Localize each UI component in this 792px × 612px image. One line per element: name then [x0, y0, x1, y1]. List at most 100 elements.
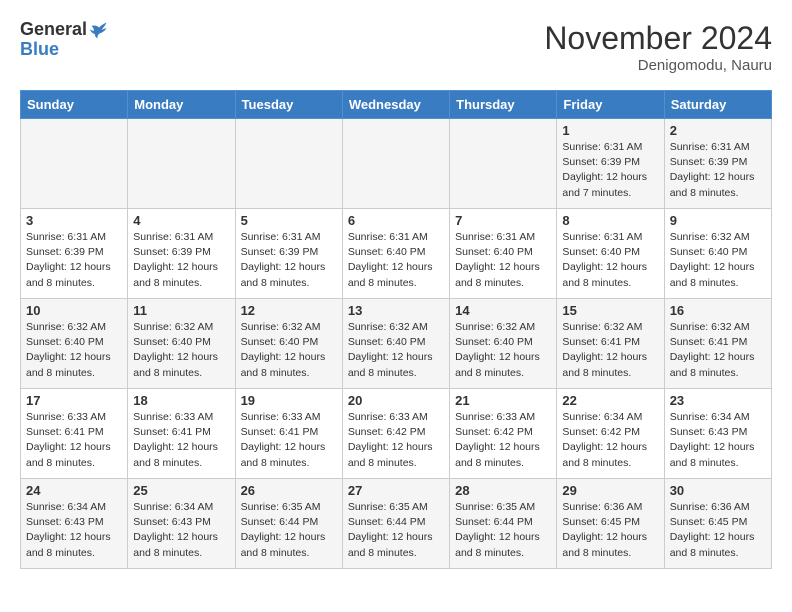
day-number: 20	[348, 393, 444, 408]
day-info: Sunrise: 6:31 AMSunset: 6:39 PMDaylight:…	[562, 140, 658, 201]
day-info: Sunrise: 6:32 AMSunset: 6:40 PMDaylight:…	[241, 320, 337, 381]
day-number: 19	[241, 393, 337, 408]
calendar-cell: 6 Sunrise: 6:31 AMSunset: 6:40 PMDaylight…	[342, 209, 449, 299]
day-number: 17	[26, 393, 122, 408]
day-number: 26	[241, 483, 337, 498]
calendar-cell: 14 Sunrise: 6:32 AMSunset: 6:40 PMDayligh…	[450, 299, 557, 389]
day-number: 29	[562, 483, 658, 498]
calendar-header-row: SundayMondayTuesdayWednesdayThursdayFrid…	[21, 91, 772, 119]
day-number: 25	[133, 483, 229, 498]
day-info: Sunrise: 6:31 AMSunset: 6:39 PMDaylight:…	[670, 140, 766, 201]
day-number: 16	[670, 303, 766, 318]
calendar-cell: 29 Sunrise: 6:36 AMSunset: 6:45 PMDayligh…	[557, 479, 664, 569]
day-info: Sunrise: 6:34 AMSunset: 6:43 PMDaylight:…	[26, 500, 122, 561]
day-info: Sunrise: 6:34 AMSunset: 6:43 PMDaylight:…	[133, 500, 229, 561]
day-number: 30	[670, 483, 766, 498]
logo: General Blue	[20, 20, 109, 60]
week-row-3: 10 Sunrise: 6:32 AMSunset: 6:40 PMDayligh…	[21, 299, 772, 389]
day-info: Sunrise: 6:32 AMSunset: 6:40 PMDaylight:…	[455, 320, 551, 381]
day-info: Sunrise: 6:33 AMSunset: 6:41 PMDaylight:…	[26, 410, 122, 471]
calendar-cell: 26 Sunrise: 6:35 AMSunset: 6:44 PMDayligh…	[235, 479, 342, 569]
header-sunday: Sunday	[21, 91, 128, 119]
day-info: Sunrise: 6:32 AMSunset: 6:40 PMDaylight:…	[133, 320, 229, 381]
day-number: 28	[455, 483, 551, 498]
day-number: 21	[455, 393, 551, 408]
calendar-cell: 30 Sunrise: 6:36 AMSunset: 6:45 PMDayligh…	[664, 479, 771, 569]
header-thursday: Thursday	[450, 91, 557, 119]
day-number: 23	[670, 393, 766, 408]
day-info: Sunrise: 6:31 AMSunset: 6:40 PMDaylight:…	[562, 230, 658, 291]
day-info: Sunrise: 6:33 AMSunset: 6:42 PMDaylight:…	[348, 410, 444, 471]
day-info: Sunrise: 6:34 AMSunset: 6:42 PMDaylight:…	[562, 410, 658, 471]
calendar-cell: 4 Sunrise: 6:31 AMSunset: 6:39 PMDaylight…	[128, 209, 235, 299]
day-number: 2	[670, 123, 766, 138]
calendar-cell: 2 Sunrise: 6:31 AMSunset: 6:39 PMDaylight…	[664, 119, 771, 209]
calendar-cell: 11Sunrise: 6:32 AMSunset: 6:40 PMDayligh…	[128, 299, 235, 389]
calendar-cell: 1 Sunrise: 6:31 AMSunset: 6:39 PMDaylight…	[557, 119, 664, 209]
day-info: Sunrise: 6:33 AMSunset: 6:41 PMDaylight:…	[241, 410, 337, 471]
day-number: 10	[26, 303, 122, 318]
calendar-cell	[450, 119, 557, 209]
day-info: Sunrise: 6:32 AMSunset: 6:40 PMDaylight:…	[348, 320, 444, 381]
calendar-cell	[342, 119, 449, 209]
day-number: 14	[455, 303, 551, 318]
day-number: 5	[241, 213, 337, 228]
day-number: 12	[241, 303, 337, 318]
week-row-2: 3 Sunrise: 6:31 AMSunset: 6:39 PMDaylight…	[21, 209, 772, 299]
logo-general-text: General	[20, 20, 87, 40]
calendar-cell: 9 Sunrise: 6:32 AMSunset: 6:40 PMDaylight…	[664, 209, 771, 299]
day-number: 1	[562, 123, 658, 138]
calendar-cell: 12 Sunrise: 6:32 AMSunset: 6:40 PMDayligh…	[235, 299, 342, 389]
calendar-cell: 25 Sunrise: 6:34 AMSunset: 6:43 PMDayligh…	[128, 479, 235, 569]
title-block: November 2024 Denigomodu, Nauru	[544, 20, 772, 74]
day-number: 6	[348, 213, 444, 228]
calendar-cell: 18 Sunrise: 6:33 AMSunset: 6:41 PMDayligh…	[128, 389, 235, 479]
day-number: 22	[562, 393, 658, 408]
day-info: Sunrise: 6:35 AMSunset: 6:44 PMDaylight:…	[348, 500, 444, 561]
day-info: Sunrise: 6:35 AMSunset: 6:44 PMDaylight:…	[241, 500, 337, 561]
day-info: Sunrise: 6:32 AMSunset: 6:40 PMDaylight:…	[670, 230, 766, 291]
day-info: Sunrise: 6:33 AMSunset: 6:41 PMDaylight:…	[133, 410, 229, 471]
page-header: General Blue November 2024 Denigomodu, N…	[20, 20, 772, 74]
calendar-cell	[128, 119, 235, 209]
month-title: November 2024	[544, 20, 772, 57]
calendar-cell: 13Sunrise: 6:32 AMSunset: 6:40 PMDayligh…	[342, 299, 449, 389]
calendar-cell: 22 Sunrise: 6:34 AMSunset: 6:42 PMDayligh…	[557, 389, 664, 479]
header-monday: Monday	[128, 91, 235, 119]
calendar-cell	[21, 119, 128, 209]
calendar-cell: 5 Sunrise: 6:31 AMSunset: 6:39 PMDaylight…	[235, 209, 342, 299]
day-info: Sunrise: 6:31 AMSunset: 6:40 PMDaylight:…	[348, 230, 444, 291]
day-info: Sunrise: 6:35 AMSunset: 6:44 PMDaylight:…	[455, 500, 551, 561]
day-info: Sunrise: 6:31 AMSunset: 6:39 PMDaylight:…	[133, 230, 229, 291]
day-info: Sunrise: 6:32 AMSunset: 6:40 PMDaylight:…	[26, 320, 122, 381]
calendar-cell: 8Sunrise: 6:31 AMSunset: 6:40 PMDaylight…	[557, 209, 664, 299]
day-number: 27	[348, 483, 444, 498]
day-number: 9	[670, 213, 766, 228]
calendar-cell: 17 Sunrise: 6:33 AMSunset: 6:41 PMDayligh…	[21, 389, 128, 479]
day-info: Sunrise: 6:36 AMSunset: 6:45 PMDaylight:…	[562, 500, 658, 561]
day-info: Sunrise: 6:31 AMSunset: 6:39 PMDaylight:…	[241, 230, 337, 291]
logo-bird-icon	[89, 20, 109, 40]
day-info: Sunrise: 6:36 AMSunset: 6:45 PMDaylight:…	[670, 500, 766, 561]
calendar-cell: 10 Sunrise: 6:32 AMSunset: 6:40 PMDayligh…	[21, 299, 128, 389]
day-number: 18	[133, 393, 229, 408]
day-number: 24	[26, 483, 122, 498]
calendar-cell: 23 Sunrise: 6:34 AMSunset: 6:43 PMDayligh…	[664, 389, 771, 479]
header-tuesday: Tuesday	[235, 91, 342, 119]
calendar-cell: 20 Sunrise: 6:33 AMSunset: 6:42 PMDayligh…	[342, 389, 449, 479]
day-info: Sunrise: 6:34 AMSunset: 6:43 PMDaylight:…	[670, 410, 766, 471]
day-number: 3	[26, 213, 122, 228]
day-info: Sunrise: 6:31 AMSunset: 6:40 PMDaylight:…	[455, 230, 551, 291]
day-number: 4	[133, 213, 229, 228]
day-info: Sunrise: 6:31 AMSunset: 6:39 PMDaylight:…	[26, 230, 122, 291]
calendar-cell	[235, 119, 342, 209]
logo-blue-text: Blue	[20, 40, 109, 60]
location-text: Denigomodu, Nauru	[544, 57, 772, 74]
day-info: Sunrise: 6:33 AMSunset: 6:42 PMDaylight:…	[455, 410, 551, 471]
calendar-cell: 16 Sunrise: 6:32 AMSunset: 6:41 PMDayligh…	[664, 299, 771, 389]
day-number: 7	[455, 213, 551, 228]
header-wednesday: Wednesday	[342, 91, 449, 119]
calendar-cell: 15Sunrise: 6:32 AMSunset: 6:41 PMDayligh…	[557, 299, 664, 389]
header-saturday: Saturday	[664, 91, 771, 119]
day-info: Sunrise: 6:32 AMSunset: 6:41 PMDaylight:…	[670, 320, 766, 381]
